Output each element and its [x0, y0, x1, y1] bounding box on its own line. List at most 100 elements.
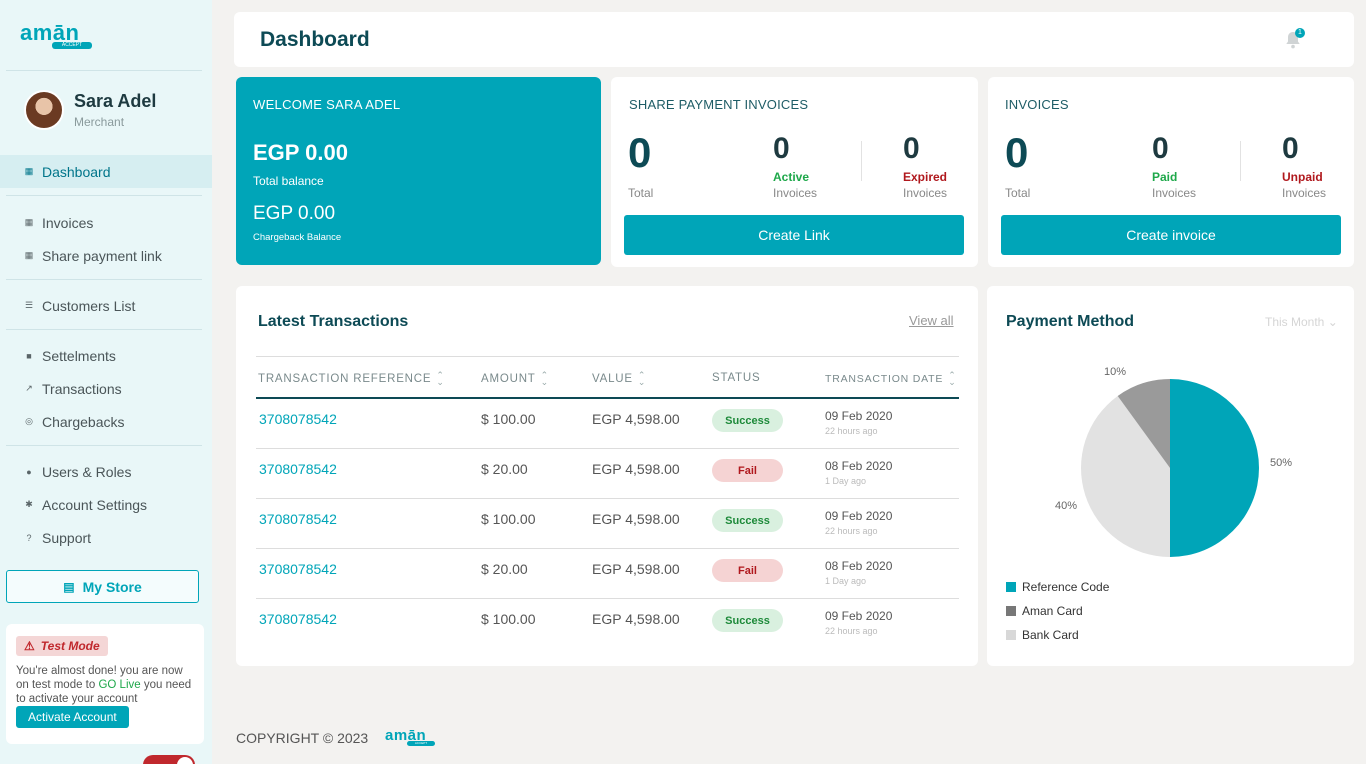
- sidebar-item-support[interactable]: ? Support: [0, 521, 212, 554]
- sidebar-item-customers-list[interactable]: ☰ Customers List: [0, 289, 212, 322]
- date-cell: 09 Feb 2020: [825, 509, 893, 523]
- total-balance-value: EGP 0.00: [253, 140, 348, 165]
- transaction-reference-link[interactable]: 3708078542: [259, 611, 337, 627]
- status-badge: Fail: [712, 459, 783, 482]
- invoices-card: INVOICES 0 Total 0 Paid Invoices 0 Unpai…: [988, 77, 1354, 267]
- payment-method-pie-chart: [1081, 379, 1259, 557]
- gear-icon: ✱: [25, 499, 33, 509]
- column-header-value[interactable]: VALUE ⌃ ⌄: [592, 370, 647, 387]
- test-mode-toggle[interactable]: [143, 755, 195, 764]
- table-row: 3708078542 $ 20.00 EGP 4,598.00 Fail 08 …: [256, 449, 959, 499]
- sidebar-item-settlements[interactable]: ■ Settelments: [0, 339, 212, 372]
- sidebar-item-label: Customers List: [42, 297, 136, 314]
- pie-label-aman-card: 10%: [1104, 366, 1127, 378]
- value-cell: EGP 4,598.00: [592, 411, 680, 427]
- pie-label-bank-card: 40%: [1055, 500, 1078, 512]
- date-cell: 09 Feb 2020: [825, 409, 893, 423]
- amount-cell: $ 100.00: [481, 411, 536, 427]
- avatar: [24, 90, 64, 130]
- divider: [6, 445, 202, 446]
- target-icon: ◎: [25, 416, 33, 426]
- create-link-button[interactable]: Create Link: [624, 215, 964, 255]
- share-expired-sub: Invoices: [903, 186, 948, 200]
- transaction-reference-link[interactable]: 3708078542: [259, 511, 337, 527]
- value-cell: EGP 4,598.00: [592, 611, 680, 627]
- share-expired-label: Expired: [903, 170, 948, 184]
- share-payment-card: SHARE PAYMENT INVOICES 0 Total 0 Active …: [611, 77, 978, 267]
- sort-icon: ⌃ ⌄: [948, 370, 957, 387]
- share-active-sub: Invoices: [773, 186, 818, 200]
- divider: [256, 356, 959, 357]
- legend-item-reference-code: Reference Code: [1006, 580, 1109, 594]
- column-header-status: STATUS: [712, 372, 760, 384]
- column-header-amount[interactable]: AMOUNT ⌃ ⌄: [481, 371, 549, 387]
- go-live-link[interactable]: GO Live: [98, 679, 140, 691]
- transaction-reference-link[interactable]: 3708078542: [259, 411, 337, 427]
- sidebar-item-label: Share payment link: [42, 247, 162, 264]
- trend-icon: ↗: [25, 383, 33, 393]
- profile-role: Merchant: [74, 115, 125, 129]
- view-all-link[interactable]: View all: [909, 313, 954, 328]
- sidebar-item-users-roles[interactable]: ● Users & Roles: [0, 455, 212, 488]
- warning-icon: ⚠: [24, 639, 35, 653]
- user-profile[interactable]: Sara Adel Merchant: [24, 90, 156, 130]
- invoices-total-value: 0: [1005, 129, 1029, 176]
- sidebar-item-chargebacks[interactable]: ◎ Chargebacks: [0, 405, 212, 438]
- column-label: AMOUNT: [481, 373, 536, 385]
- legend-item-bank-card: Bank Card: [1006, 628, 1079, 642]
- status-badge: Success: [712, 409, 783, 432]
- my-store-button[interactable]: ▤ My Store: [6, 570, 199, 603]
- relative-time: 1 Day ago: [825, 476, 867, 486]
- test-mode-text: You're almost done! you are now on test …: [16, 664, 194, 706]
- sidebar-item-label: Transactions: [42, 380, 122, 397]
- card-title: INVOICES: [1005, 97, 1069, 112]
- sidebar-item-label: Account Settings: [42, 496, 148, 513]
- relative-time: 22 hours ago: [825, 526, 878, 536]
- pie-slice-reference-code: [1170, 379, 1259, 557]
- test-mode-panel: ⚠ Test Mode You're almost done! you are …: [6, 624, 204, 744]
- create-invoice-button[interactable]: Create invoice: [1001, 215, 1341, 255]
- welcome-title: WELCOME SARA ADEL: [253, 97, 401, 112]
- amount-cell: $ 20.00: [481, 461, 528, 477]
- table-row: 3708078542 $ 20.00 EGP 4,598.00 Fail 08 …: [256, 549, 959, 599]
- column-label: VALUE: [592, 373, 633, 385]
- status-badge: Success: [712, 609, 783, 632]
- help-icon: ?: [26, 532, 32, 543]
- activate-account-button[interactable]: Activate Account: [16, 706, 129, 728]
- sidebar-item-label: Dashboard: [42, 163, 111, 180]
- legend-label: Bank Card: [1022, 628, 1079, 642]
- sidebar-item-invoices[interactable]: ▦ Invoices: [0, 206, 212, 239]
- status-badge: Fail: [712, 559, 783, 582]
- transaction-reference-link[interactable]: 3708078542: [259, 561, 337, 577]
- amount-cell: $ 100.00: [481, 611, 536, 627]
- date-cell: 08 Feb 2020: [825, 459, 893, 473]
- sort-icon: ⌃ ⌄: [637, 370, 647, 387]
- period-filter-dropdown[interactable]: This Month ⌄: [1265, 315, 1338, 329]
- column-header-reference[interactable]: TRANSACTION REFERENCE ⌃ ⌄: [258, 371, 445, 387]
- sidebar-item-dashboard[interactable]: ▦ Dashboard: [0, 155, 212, 188]
- welcome-card: WELCOME SARA ADEL EGP 0.00 Total balance…: [236, 77, 601, 265]
- invoices-paid-label: Paid: [1152, 170, 1178, 184]
- brand-logo[interactable]: amān ACCEPT: [20, 22, 92, 49]
- relative-time: 22 hours ago: [825, 426, 878, 436]
- invoices-unpaid-value: 0: [1282, 132, 1299, 165]
- legend-swatch: [1006, 606, 1016, 616]
- transaction-reference-link[interactable]: 3708078542: [259, 461, 337, 477]
- invoices-unpaid-sub: Invoices: [1282, 186, 1327, 200]
- sidebar-item-share-payment-link[interactable]: ▦ Share payment link: [0, 239, 212, 272]
- share-active-label: Active: [773, 170, 810, 184]
- sidebar: amān ACCEPT Sara Adel Merchant ▦ Dashboa…: [0, 0, 212, 764]
- table-row: 3708078542 $ 100.00 EGP 4,598.00 Success…: [256, 499, 959, 549]
- date-cell: 08 Feb 2020: [825, 559, 893, 573]
- sidebar-item-account-settings[interactable]: ✱ Account Settings: [0, 488, 212, 521]
- chevron-down-icon: ⌄: [1327, 315, 1338, 329]
- sidebar-item-transactions[interactable]: ↗ Transactions: [0, 372, 212, 405]
- table-row: 3708078542 $ 100.00 EGP 4,598.00 Success…: [256, 399, 959, 449]
- legend-label: Reference Code: [1022, 580, 1110, 594]
- divider: [6, 195, 202, 196]
- section-title: Latest Transactions: [258, 313, 409, 330]
- toggle-knob: [177, 757, 193, 764]
- column-header-date[interactable]: TRANSACTION DATE ⌃ ⌄: [825, 370, 957, 387]
- total-balance-label: Total balance: [253, 174, 324, 188]
- section-title: Payment Method: [1006, 313, 1135, 330]
